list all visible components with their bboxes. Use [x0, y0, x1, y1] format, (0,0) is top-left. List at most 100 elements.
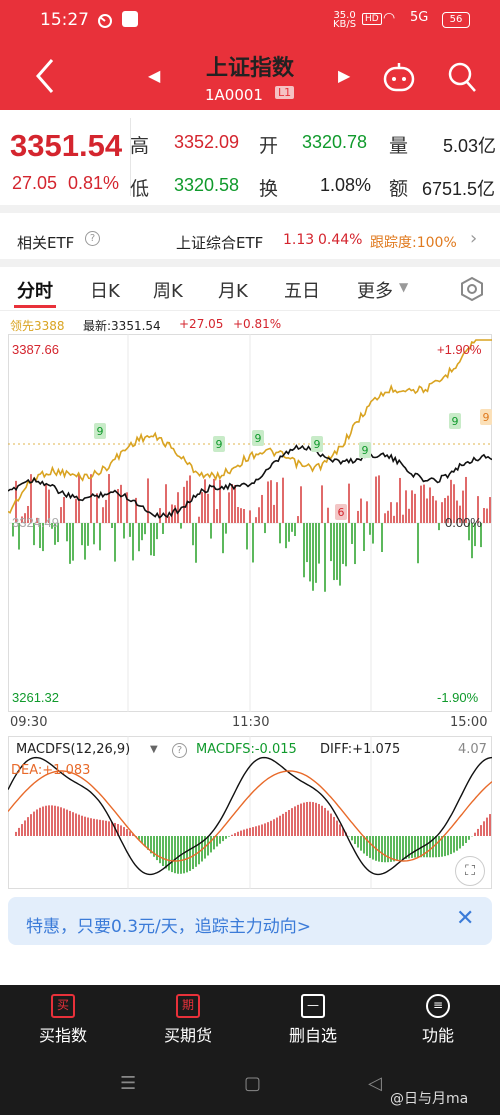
close-icon[interactable]: ✕ — [456, 906, 474, 931]
buy-index-label: 买指数 — [38, 1026, 87, 1045]
back-nav-icon[interactable]: ◁ — [368, 1073, 382, 1094]
macd-bar — [174, 836, 176, 874]
volume-bar — [366, 501, 368, 523]
home-icon[interactable]: ▢ — [244, 1073, 261, 1094]
remove-watchlist-button[interactable]: — 删自选 — [273, 994, 353, 1046]
etf-track: 跟踪度:100% — [370, 235, 457, 251]
functions-button[interactable]: ≡ 功能 — [398, 994, 478, 1046]
volume-bar — [393, 515, 395, 523]
tab-more[interactable]: 更多 — [357, 277, 393, 303]
open-label: 开 — [259, 135, 279, 157]
macd-bar — [87, 817, 89, 836]
volume-bar — [312, 523, 314, 591]
volume-bar — [162, 523, 164, 534]
macd-bar — [258, 825, 260, 836]
recent-apps-icon[interactable]: ☰ — [120, 1073, 136, 1094]
help-icon[interactable]: ? — [85, 231, 100, 246]
volume-bar — [315, 523, 317, 583]
volume-bar — [138, 523, 140, 552]
volume-bar — [156, 523, 158, 540]
macd-bar — [39, 807, 41, 836]
volume-bar — [285, 523, 287, 549]
expand-icon[interactable]: ⛶ — [455, 856, 485, 886]
volume-bar — [195, 523, 197, 563]
tab-month[interactable]: 月K — [218, 277, 248, 303]
macd-bar — [186, 836, 188, 873]
macd-canvas — [8, 736, 492, 889]
macd-bar — [207, 836, 209, 856]
remove-watchlist-label: 删自选 — [288, 1026, 337, 1045]
macd-bar — [276, 817, 278, 836]
volume-bar — [96, 493, 98, 523]
volume-bar — [108, 474, 110, 523]
macd-bar — [69, 810, 71, 836]
macd-bar — [330, 813, 332, 836]
macd-max: 4.07 — [458, 742, 487, 757]
volume-bar — [246, 523, 248, 550]
volume-bar — [270, 480, 272, 523]
high-label: 高 — [130, 135, 150, 157]
volume-bar — [222, 523, 224, 554]
functions-label: 功能 — [421, 1026, 454, 1045]
axis-mid-pct: 0.00% — [445, 515, 482, 530]
search-icon[interactable] — [446, 60, 478, 94]
volume-bar — [132, 523, 134, 561]
promo-text[interactable]: 特惠，只要0.3元/天，追踪主力动向> — [26, 912, 311, 937]
volume-bar — [345, 523, 347, 567]
macd-bar — [21, 824, 23, 836]
volume-bar — [198, 516, 200, 523]
tab-five-day[interactable]: 五日 — [284, 277, 320, 303]
macd-bar — [243, 829, 245, 836]
volume-bar — [264, 523, 266, 534]
macd-bar — [162, 836, 164, 866]
time-open: 09:30 — [10, 715, 48, 730]
watermark: @日与月ma — [390, 1091, 469, 1107]
stock-code: 1A0001 — [205, 86, 263, 104]
amount-label: 额 — [389, 178, 409, 200]
chevron-right-icon[interactable]: › — [470, 228, 477, 249]
etf-price: 1.13 — [283, 232, 315, 248]
menu-icon: ≡ — [426, 994, 450, 1018]
volume-bar — [429, 487, 431, 523]
macd-bar — [384, 836, 386, 863]
macd-bar — [18, 827, 20, 836]
macd-bar — [315, 802, 317, 836]
help-icon[interactable]: ? — [172, 743, 187, 758]
macd-bar — [63, 808, 65, 836]
macd-bar — [126, 829, 128, 836]
volume-bar — [279, 523, 281, 544]
volume-bar — [300, 486, 302, 523]
robot-icon[interactable] — [382, 60, 416, 94]
signal-marker-label: 9 — [314, 438, 321, 451]
volume-bar — [240, 508, 242, 523]
volume-bar — [276, 482, 278, 523]
net-speed: 35.0 KB/S — [333, 10, 357, 30]
volume-bar — [336, 523, 338, 580]
axis-top-price: 3387.66 — [12, 342, 59, 357]
tab-intraday[interactable]: 分时 — [17, 277, 53, 303]
volume-bar — [153, 523, 155, 556]
macd-bar — [84, 816, 86, 836]
macd-bar — [231, 834, 233, 836]
open-value: 3320.78 — [302, 132, 368, 152]
volume-bar — [483, 508, 485, 523]
settings-icon[interactable] — [459, 276, 485, 302]
spacer — [0, 205, 500, 213]
macd-bar — [60, 807, 62, 836]
intraday-chart-canvas: 9 9 9 9 9 9 9 6 — [8, 334, 492, 712]
signal-marker-label: 9 — [362, 444, 369, 457]
volume-bar — [75, 498, 77, 523]
tab-week[interactable]: 周K — [153, 277, 183, 303]
volume-bar — [435, 500, 437, 523]
spacer — [0, 259, 500, 267]
tab-day[interactable]: 日K — [90, 277, 120, 303]
macd-bar — [381, 836, 383, 863]
divider — [0, 310, 500, 311]
buy-futures-button[interactable]: 期 买期货 — [148, 994, 228, 1046]
high-value: 3352.09 — [174, 132, 240, 152]
volume-bar — [381, 523, 383, 552]
macd-indicator-name[interactable]: MACDFS(12,26,9) — [16, 742, 130, 757]
next-stock-icon[interactable]: ▶ — [338, 66, 350, 85]
buy-index-button[interactable]: 买 买指数 — [23, 994, 103, 1046]
volume-label: 量 — [389, 135, 409, 157]
